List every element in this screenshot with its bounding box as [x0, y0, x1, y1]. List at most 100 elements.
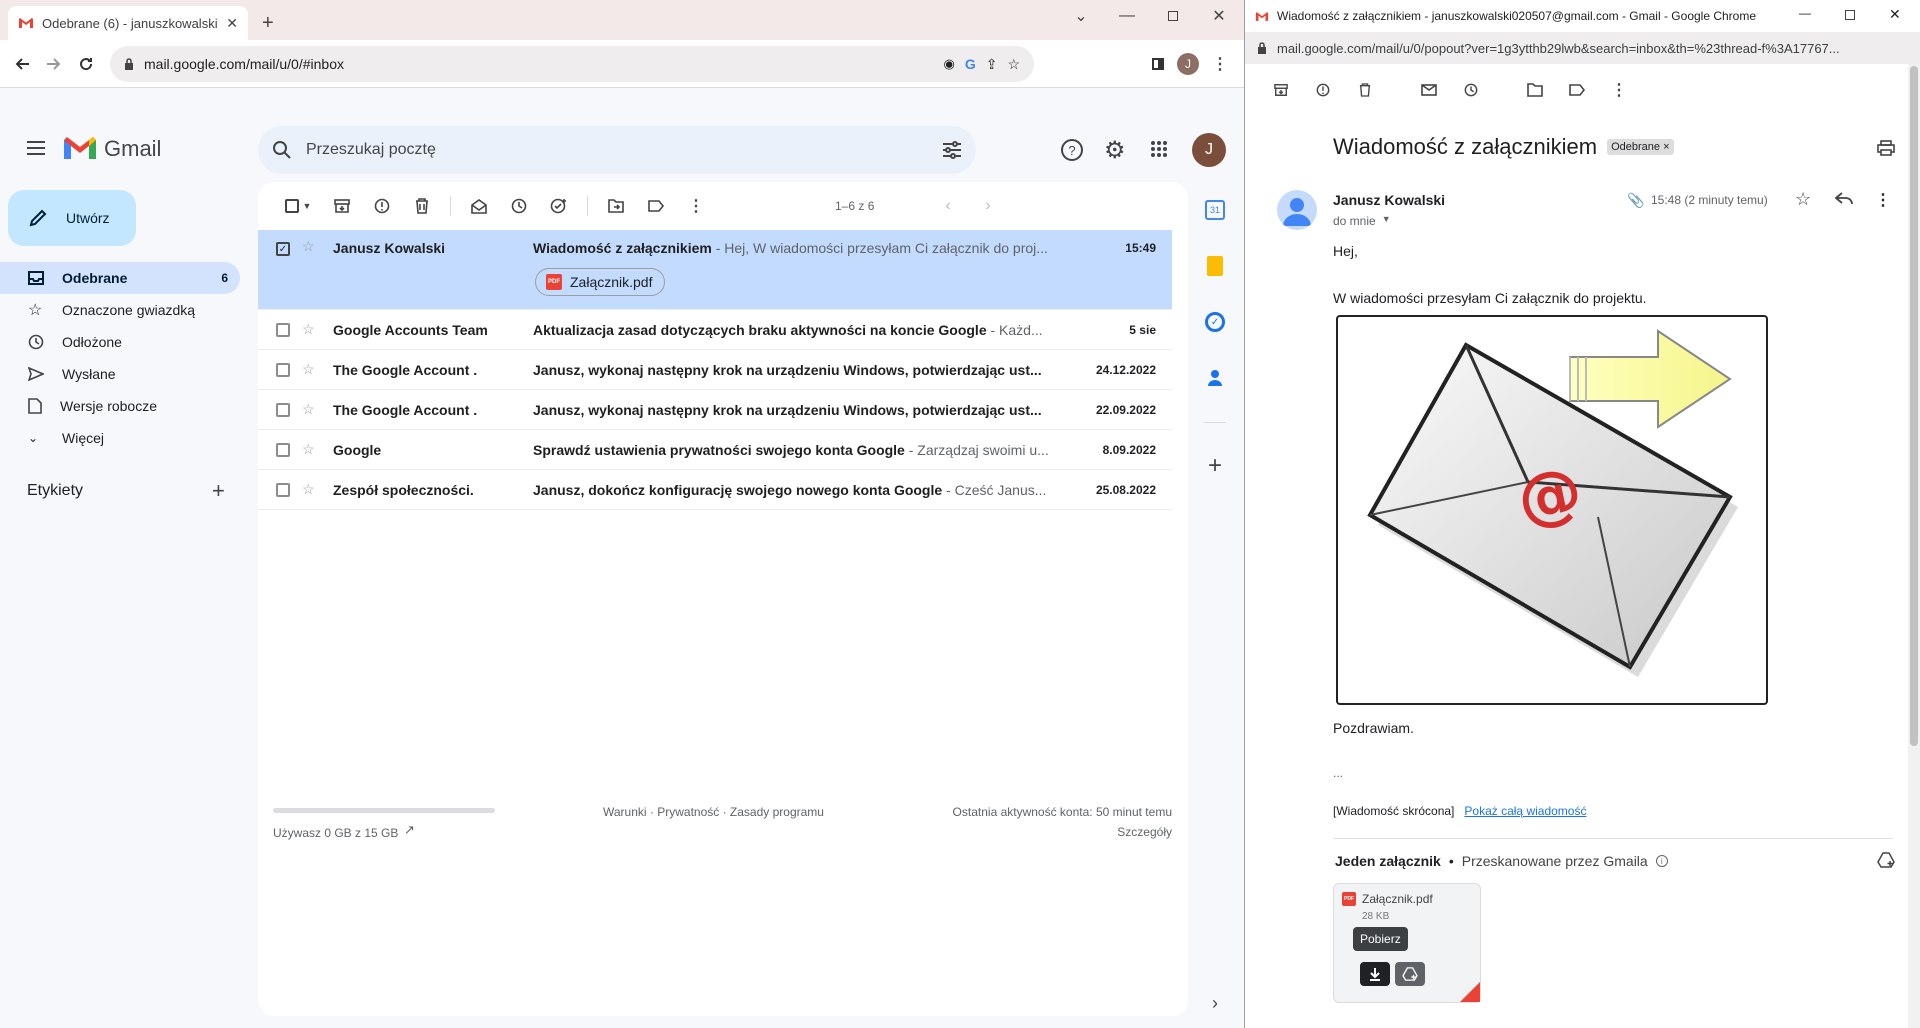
recipient-details[interactable]: do mnie ▼	[1333, 214, 1391, 228]
tasks-icon[interactable]: ✓	[1198, 305, 1232, 339]
download-button[interactable]	[1360, 962, 1390, 986]
expand-panel-icon[interactable]: ›	[1198, 986, 1232, 1020]
next-page-icon[interactable]: ›	[968, 186, 1008, 226]
report-spam-icon[interactable]	[1309, 76, 1337, 104]
star-message-icon[interactable]: ☆	[1795, 189, 1811, 210]
side-panel-icon[interactable]	[1146, 52, 1170, 76]
account-avatar[interactable]: J	[1192, 133, 1226, 167]
star-toggle-icon[interactable]: ☆	[302, 361, 315, 378]
reply-icon[interactable]	[1835, 192, 1853, 206]
move-to-icon[interactable]	[596, 186, 636, 226]
profile-avatar[interactable]: J	[1176, 52, 1200, 76]
add-label-icon[interactable]: +	[212, 478, 225, 504]
search-icon[interactable]	[272, 140, 292, 160]
popout-scrollbar[interactable]	[1908, 64, 1920, 1028]
add-addon-icon[interactable]: +	[1198, 449, 1232, 483]
info-icon[interactable]: i	[1655, 855, 1668, 867]
eye-icon[interactable]: ◉	[943, 56, 954, 72]
label-icon[interactable]	[636, 186, 676, 226]
back-icon[interactable]	[10, 52, 34, 76]
popout-url-bar[interactable]: mail.google.com/mail/u/0/popout?ver=1g3y…	[1245, 32, 1920, 64]
move-to-icon[interactable]	[1521, 76, 1549, 104]
share-icon[interactable]: ⇪	[986, 56, 998, 73]
row-checkbox[interactable]: ✓	[276, 242, 290, 256]
star-toggle-icon[interactable]: ☆	[302, 321, 315, 338]
maximize-icon[interactable]	[1150, 0, 1196, 32]
nav-item-snoozed[interactable]: Odłożone	[0, 326, 240, 358]
forward-icon[interactable]	[42, 52, 66, 76]
email-row[interactable]: ✓ ☆ Janusz Kowalski Wiadomość z załączni…	[258, 230, 1172, 310]
report-spam-icon[interactable]	[362, 186, 402, 226]
close-window-icon[interactable]: ✕	[1889, 6, 1901, 23]
google-lens-icon[interactable]: G	[965, 56, 976, 72]
email-row[interactable]: ☆ Google Sprawdź ustawienia prywatności …	[258, 430, 1172, 470]
tab-search-chevron-icon[interactable]: ⌄	[1058, 0, 1104, 32]
sender-name[interactable]: Janusz Kowalski	[1333, 192, 1445, 208]
inline-envelope-image[interactable]: @	[1336, 315, 1768, 705]
mark-read-icon[interactable]	[459, 186, 499, 226]
help-icon[interactable]: ?	[1060, 138, 1084, 162]
delete-icon[interactable]	[402, 186, 442, 226]
open-storage-icon[interactable]: ↗	[404, 822, 415, 838]
activity-details-link[interactable]: Szczegóły	[1117, 825, 1172, 839]
email-row[interactable]: ☆ The Google Account . Janusz, wykonaj n…	[258, 390, 1172, 430]
label-icon[interactable]	[1563, 76, 1591, 104]
star-toggle-icon[interactable]: ☆	[302, 441, 315, 458]
prev-page-icon[interactable]: ‹	[928, 186, 968, 226]
nav-item-starred[interactable]: ☆ Oznaczone gwiazdką	[0, 294, 240, 326]
row-checkbox[interactable]	[276, 482, 290, 497]
add-task-icon[interactable]	[539, 186, 579, 226]
row-checkbox[interactable]	[276, 362, 290, 377]
minimize-icon[interactable]: —	[1799, 6, 1811, 20]
footer-links[interactable]: Warunki · Prywatność · Zasady programu	[603, 805, 824, 819]
browser-menu-icon[interactable]: ⋮	[1208, 52, 1232, 76]
delete-icon[interactable]	[1351, 76, 1379, 104]
more-actions-icon[interactable]: ⋮	[676, 186, 716, 226]
select-all-checkbox[interactable]: ▼	[274, 186, 322, 226]
settings-gear-icon[interactable]: ⚙	[1104, 136, 1126, 165]
close-tab-icon[interactable]: ✕	[226, 15, 238, 32]
snooze-icon[interactable]	[499, 186, 539, 226]
nav-item-drafts[interactable]: Wersje robocze	[0, 390, 240, 422]
apps-grid-icon[interactable]	[1150, 140, 1168, 158]
main-menu-icon[interactable]	[26, 140, 46, 156]
search-input[interactable]: Przeszukaj pocztę	[306, 141, 928, 159]
scrollbar-thumb[interactable]	[1910, 66, 1918, 746]
maximize-icon[interactable]	[1845, 10, 1855, 20]
browser-tab-inbox[interactable]: Odebrane (6) - januszkowalski020 ✕	[8, 6, 248, 40]
contacts-icon[interactable]	[1198, 361, 1232, 395]
star-toggle-icon[interactable]: ☆	[302, 481, 315, 498]
sender-avatar[interactable]	[1277, 190, 1317, 230]
add-all-to-drive-icon[interactable]	[1877, 852, 1895, 868]
star-toggle-icon[interactable]: ☆	[302, 401, 315, 418]
save-to-drive-button[interactable]	[1395, 962, 1425, 986]
bookmark-star-icon[interactable]: ☆	[1007, 56, 1020, 73]
gmail-logo[interactable]: Gmail	[64, 136, 161, 162]
inbox-label-chip[interactable]: Odebrane ×	[1607, 139, 1674, 155]
nav-item-inbox[interactable]: Odebrane 6	[0, 262, 240, 294]
calendar-icon[interactable]: 31	[1198, 193, 1232, 227]
row-checkbox[interactable]	[276, 322, 290, 337]
archive-icon[interactable]	[322, 186, 362, 226]
keep-icon[interactable]	[1198, 249, 1232, 283]
snooze-icon[interactable]	[1457, 76, 1485, 104]
storage-text[interactable]: Używasz 0 GB z 15 GB	[273, 826, 398, 840]
url-omnibox[interactable]: mail.google.com/mail/u/0/#inbox ◉ G ⇪ ☆	[110, 46, 1034, 82]
compose-button[interactable]: Utwórz	[8, 190, 136, 246]
search-bar[interactable]: Przeszukaj pocztę	[258, 126, 976, 174]
new-tab-icon[interactable]: +	[262, 12, 274, 35]
reload-icon[interactable]	[74, 52, 98, 76]
star-toggle-icon[interactable]: ☆	[302, 238, 315, 255]
minimize-icon[interactable]: —	[1104, 0, 1150, 32]
attachment-chip[interactable]: PDF Załącznik.pdf	[535, 268, 666, 296]
nav-item-more[interactable]: ⌄ Więcej	[0, 422, 240, 454]
print-icon[interactable]	[1877, 140, 1895, 156]
show-full-message-link[interactable]: Pokaż całą wiadomość	[1464, 804, 1586, 818]
remove-label-icon[interactable]: ×	[1663, 141, 1669, 153]
close-window-icon[interactable]: ✕	[1196, 0, 1242, 32]
quoted-ellipsis[interactable]: ...	[1333, 766, 1343, 780]
row-checkbox[interactable]	[276, 442, 290, 457]
more-actions-icon[interactable]: ⋮	[1605, 76, 1633, 104]
mark-unread-icon[interactable]	[1415, 76, 1443, 104]
row-checkbox[interactable]	[276, 402, 290, 417]
